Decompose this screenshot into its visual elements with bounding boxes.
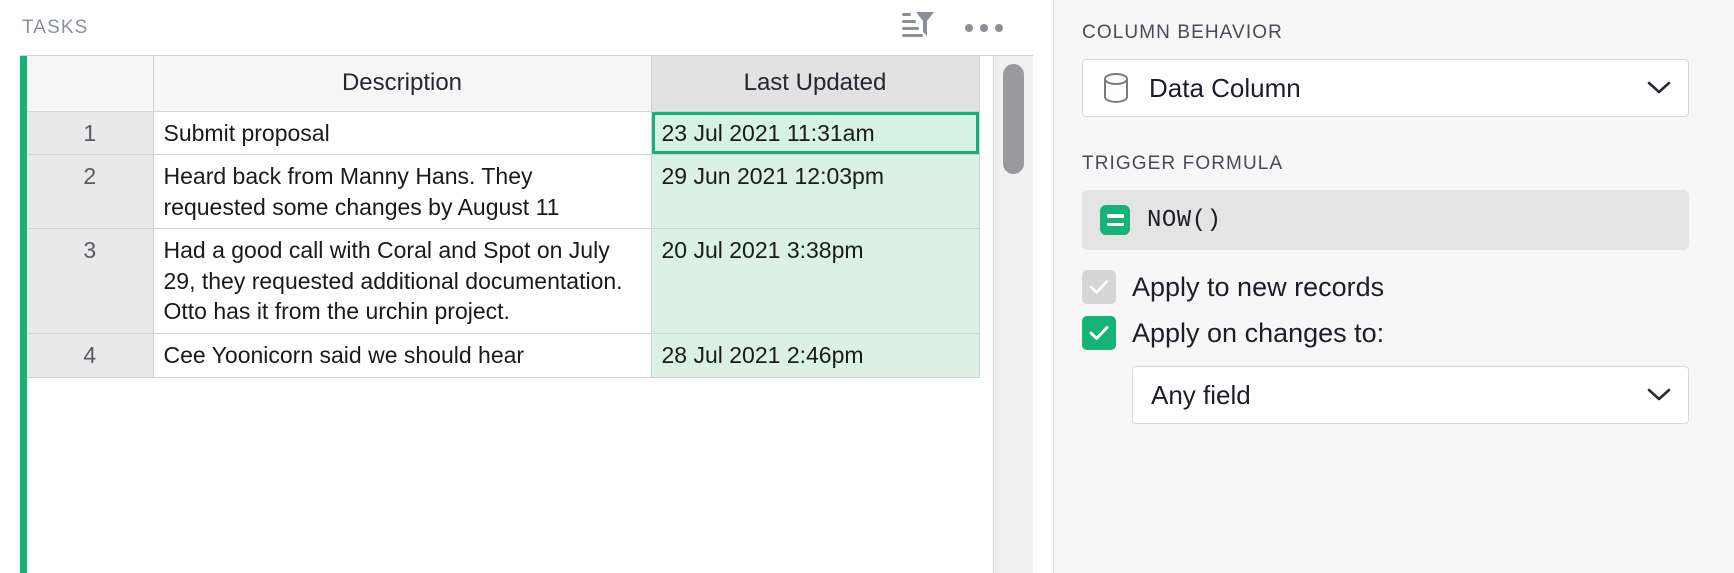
apply-to-new-records-row[interactable]: Apply to new records	[1082, 270, 1689, 304]
column-header-rownum[interactable]	[27, 56, 154, 112]
data-grid: Description Last Updated 1 Submit propos…	[20, 55, 1033, 573]
row-number-cell[interactable]: 1	[27, 111, 154, 156]
page-title: TASKS	[22, 16, 89, 38]
tasks-table: Description Last Updated 1 Submit propos…	[27, 56, 980, 378]
table-body: 1 Submit proposal 23 Jul 2021 11:31am 2 …	[27, 111, 980, 378]
grid-toolbar: TASKS	[0, 0, 1053, 55]
more-options-icon	[965, 23, 1003, 32]
grid-area: TASKS Description Last Updated 1 Submit …	[0, 0, 1053, 573]
formula-value: NOW()	[1147, 206, 1222, 234]
table-row: 1 Submit proposal 23 Jul 2021 11:31am	[27, 111, 980, 156]
more-options-button[interactable]	[961, 5, 1007, 51]
row-number-cell[interactable]: 4	[27, 333, 154, 378]
description-cell[interactable]: Submit proposal	[153, 111, 652, 156]
last-updated-cell[interactable]: 20 Jul 2021 3:38pm	[651, 228, 980, 334]
apply-to-new-records-label: Apply to new records	[1132, 271, 1385, 302]
table-row: 2 Heard back from Manny Hans. They reque…	[27, 154, 980, 230]
row-number-cell[interactable]: 2	[27, 154, 154, 230]
column-header-last-updated[interactable]: Last Updated	[651, 56, 980, 112]
sort-filter-icon	[901, 10, 935, 45]
scrollbar-thumb[interactable]	[1003, 64, 1024, 174]
trigger-formula-label: TRIGGER FORMULA	[1082, 153, 1284, 174]
table-header: Description Last Updated	[27, 56, 980, 112]
apply-on-changes-checkbox	[1082, 316, 1116, 350]
apply-on-changes-field-value: Any field	[1151, 379, 1251, 410]
column-behavior-select[interactable]: Data Column	[1082, 59, 1689, 117]
creator-panel: COLUMN BEHAVIOR Data Column TRIGGER FORM…	[1053, 0, 1734, 573]
app-root: TASKS Description Last Updated 1 Submit …	[0, 0, 1734, 573]
last-updated-cell-active[interactable]: 23 Jul 2021 11:31am	[651, 111, 980, 156]
table-row: 3 Had a good call with Coral and Spot on…	[27, 228, 980, 334]
database-icon	[1101, 71, 1131, 105]
grid-accent-rail	[20, 56, 27, 573]
apply-on-changes-field-select[interactable]: Any field	[1132, 366, 1689, 424]
description-cell[interactable]: Cee Yoonicorn said we should hear	[153, 333, 652, 378]
column-behavior-value: Data Column	[1149, 72, 1301, 103]
last-updated-cell[interactable]: 28 Jul 2021 2:46pm	[651, 333, 980, 378]
chevron-down-icon	[1646, 387, 1672, 403]
sort-filter-button[interactable]	[895, 5, 941, 51]
column-behavior-label: COLUMN BEHAVIOR	[1082, 22, 1283, 43]
chevron-down-icon	[1646, 80, 1672, 96]
column-header-description[interactable]: Description	[153, 56, 652, 112]
formula-equals-icon	[1100, 205, 1130, 235]
table-header-row: Description Last Updated	[27, 56, 980, 112]
grid-vertical-scrollbar[interactable]	[993, 56, 1033, 573]
row-number-cell[interactable]: 3	[27, 228, 154, 334]
description-cell[interactable]: Had a good call with Coral and Spot on J…	[153, 228, 652, 334]
apply-on-changes-label: Apply on changes to:	[1132, 317, 1385, 348]
trigger-formula-input[interactable]: NOW()	[1082, 190, 1689, 250]
description-cell[interactable]: Heard back from Manny Hans. They request…	[153, 154, 652, 230]
apply-on-changes-row[interactable]: Apply on changes to:	[1082, 316, 1689, 350]
apply-to-new-records-checkbox	[1082, 270, 1116, 304]
last-updated-cell[interactable]: 29 Jun 2021 12:03pm	[651, 154, 980, 230]
table-row: 4 Cee Yoonicorn said we should hear 28 J…	[27, 333, 980, 378]
